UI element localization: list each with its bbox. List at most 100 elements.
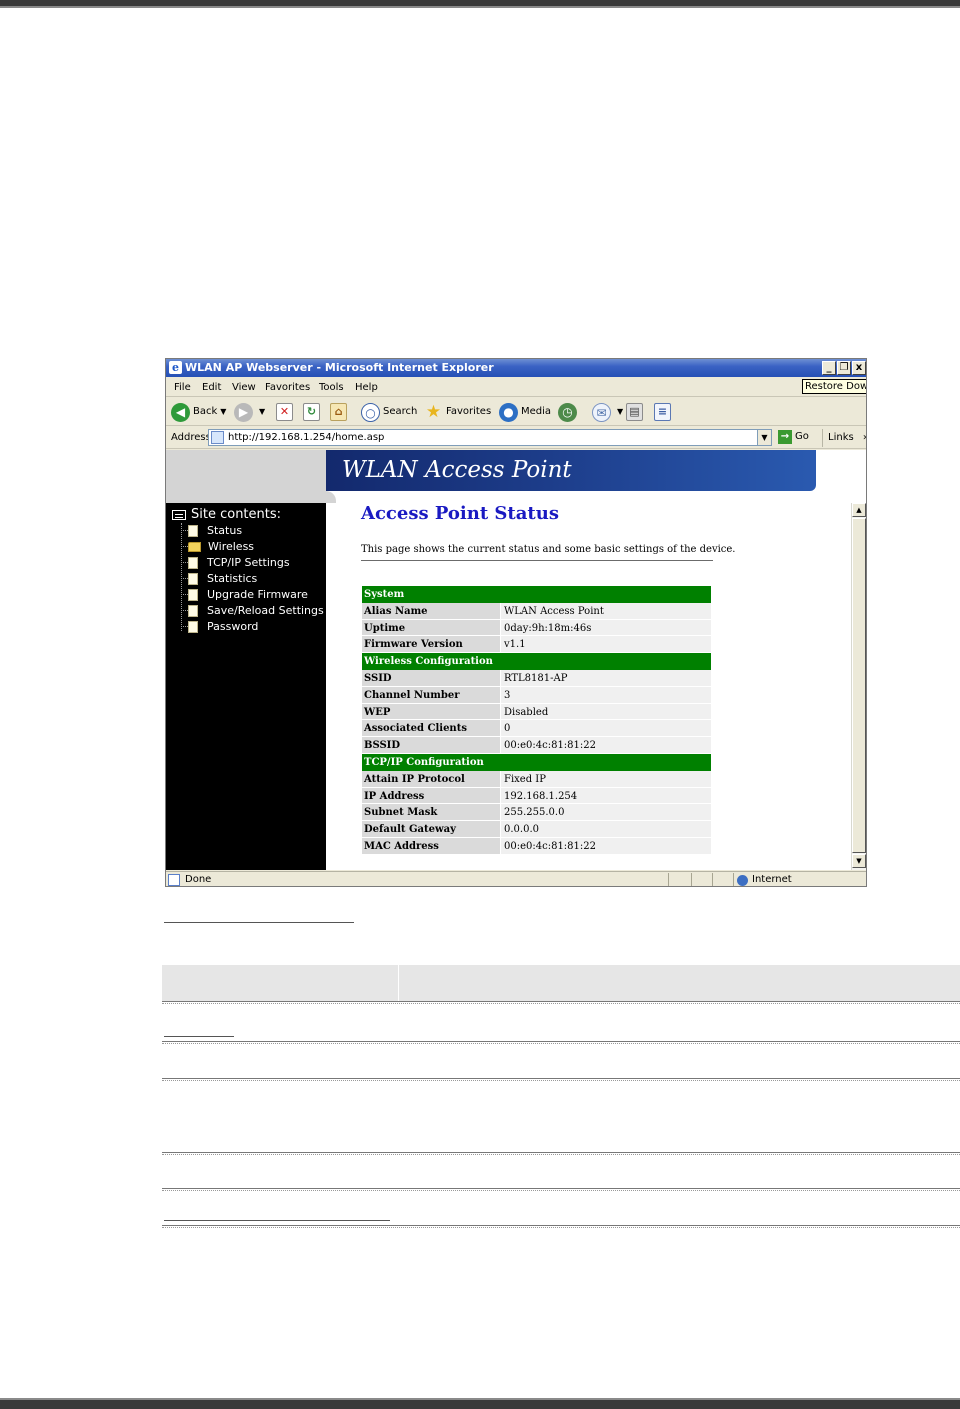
stop-button[interactable]: ✕ <box>276 402 293 422</box>
sidebar-item-label: Password <box>207 619 259 633</box>
zone-label: Internet <box>752 874 792 885</box>
media-button[interactable]: ● Media <box>499 402 551 422</box>
restore-button[interactable]: ❐ <box>837 361 851 375</box>
sidebar-item-wireless[interactable]: Wireless <box>181 539 254 554</box>
row-key: Uptime <box>362 619 500 637</box>
sidebar-item-label: Save/Reload Settings <box>207 603 324 617</box>
menu-tools[interactable]: Tools <box>319 381 344 394</box>
menu-favorites[interactable]: Favorites <box>265 381 310 394</box>
banner-left-panel <box>166 450 326 503</box>
table-row: Associated Clients 0 <box>362 720 711 738</box>
address-label: Address <box>171 432 211 443</box>
table-row: Subnet Mask 255.255.0.0 <box>362 804 711 822</box>
doc-table-rule <box>162 1001 960 1004</box>
row-key: IP Address <box>362 787 500 805</box>
row-value: 3 <box>500 686 711 704</box>
status-table: System Alias Name WLAN Access Point Uptim… <box>362 586 711 855</box>
go-button[interactable]: → Go <box>778 430 809 444</box>
sidebar: Site contents: Status Wireless TCP/IP Se… <box>166 503 326 870</box>
security-zone: Internet <box>737 874 792 886</box>
row-key: MAC Address <box>362 837 500 855</box>
forward-button[interactable]: ▶ ▼ <box>234 402 265 422</box>
home-button[interactable]: ⌂ <box>330 402 347 422</box>
section-header-system: System <box>362 586 711 603</box>
menu-view[interactable]: View <box>232 381 256 394</box>
page-bottom-rule <box>0 1398 960 1409</box>
doc-table-header-divider <box>398 965 399 1001</box>
row-key: Attain IP Protocol <box>362 770 500 788</box>
sidebar-item-label: Upgrade Firmware <box>207 587 308 601</box>
mail-button[interactable]: ✉ ▼ <box>592 402 623 422</box>
go-label: Go <box>795 431 809 442</box>
window-title: WLAN AP Webserver - Microsoft Internet E… <box>185 361 494 374</box>
sidebar-item-upgrade-firmware[interactable]: Upgrade Firmware <box>181 587 308 602</box>
sidebar-item-password[interactable]: Password <box>181 619 258 634</box>
row-key: WEP <box>362 703 500 721</box>
sidebar-item-label: Status <box>207 523 243 537</box>
row-value: Fixed IP <box>500 770 711 788</box>
vertical-scrollbar[interactable]: ▲ ▼ <box>851 503 866 870</box>
menu-file[interactable]: File <box>174 381 191 394</box>
row-key: Firmware Version <box>362 636 500 654</box>
status-pane <box>712 873 713 886</box>
site-contents-heading: Site contents: <box>172 507 281 523</box>
row-key: Alias Name <box>362 602 500 620</box>
description-divider <box>361 560 713 561</box>
doc-table-rule <box>162 1188 960 1191</box>
edit-page-button[interactable]: ≡ <box>654 402 671 422</box>
table-row: Firmware Version v1.1 <box>362 636 711 654</box>
main-content: Access Point Status This page shows the … <box>326 503 851 870</box>
mail-icon: ✉ <box>592 402 611 422</box>
banner-corner <box>326 491 336 503</box>
page-title: Access Point Status <box>361 503 559 524</box>
row-key: Associated Clients <box>362 720 500 738</box>
document-icon <box>188 588 198 601</box>
address-input[interactable] <box>228 430 748 445</box>
scroll-up-icon[interactable]: ▲ <box>852 503 866 517</box>
home-icon: ⌂ <box>330 403 347 421</box>
scroll-down-icon[interactable]: ▼ <box>852 854 866 868</box>
row-value: RTL8181-AP <box>500 669 711 687</box>
doc-section-underline <box>164 1036 234 1037</box>
minimize-button[interactable]: _ <box>822 361 836 375</box>
doc-table-header <box>162 965 960 1001</box>
refresh-icon: ↻ <box>303 403 320 421</box>
table-row: Alias Name WLAN Access Point <box>362 602 711 620</box>
history-icon: ◷ <box>558 402 577 422</box>
row-key: BSSID <box>362 737 500 754</box>
edit-page-icon: ≡ <box>654 403 671 421</box>
go-arrow-icon: → <box>778 430 792 444</box>
close-button[interactable]: x <box>852 361 866 375</box>
table-row: MAC Address 00:e0:4c:81:81:22 <box>362 837 711 855</box>
favorites-button[interactable]: ★ Favorites <box>424 402 491 422</box>
row-value: v1.1 <box>500 636 711 654</box>
address-field[interactable]: ▼ <box>208 429 772 446</box>
page-icon <box>211 431 224 444</box>
caption-underline <box>164 922 354 923</box>
title-bar[interactable]: e WLAN AP Webserver - Microsoft Internet… <box>166 359 866 377</box>
sidebar-item-statistics[interactable]: Statistics <box>181 571 257 586</box>
sidebar-item-status[interactable]: Status <box>181 523 242 538</box>
sidebar-item-tcpip-settings[interactable]: TCP/IP Settings <box>181 555 290 570</box>
address-dropdown-icon[interactable]: ▼ <box>757 430 771 445</box>
row-value: 0day:9h:18m:46s <box>500 619 711 637</box>
status-pane <box>668 873 669 886</box>
status-text: Done <box>185 874 212 885</box>
scroll-thumb[interactable] <box>852 518 866 853</box>
sidebar-item-label: Wireless <box>208 539 255 553</box>
menu-edit[interactable]: Edit <box>202 381 221 394</box>
menu-help[interactable]: Help <box>355 381 378 394</box>
search-button[interactable]: ○ Search <box>361 402 417 422</box>
refresh-button[interactable]: ↻ <box>303 402 320 422</box>
status-pane <box>733 873 734 886</box>
sidebar-item-save-reload-settings[interactable]: Save/Reload Settings <box>181 603 324 618</box>
sidebar-item-label: Statistics <box>207 571 258 585</box>
print-button[interactable]: ▤ <box>626 402 643 422</box>
links-button[interactable]: Links » <box>822 429 866 447</box>
search-icon: ○ <box>361 402 380 422</box>
forward-dropdown-icon: ▼ <box>259 407 266 416</box>
status-pane <box>691 873 692 886</box>
row-key: Channel Number <box>362 686 500 704</box>
back-button[interactable]: ◀ Back ▼ <box>171 402 226 422</box>
history-button[interactable]: ◷ <box>558 402 580 422</box>
